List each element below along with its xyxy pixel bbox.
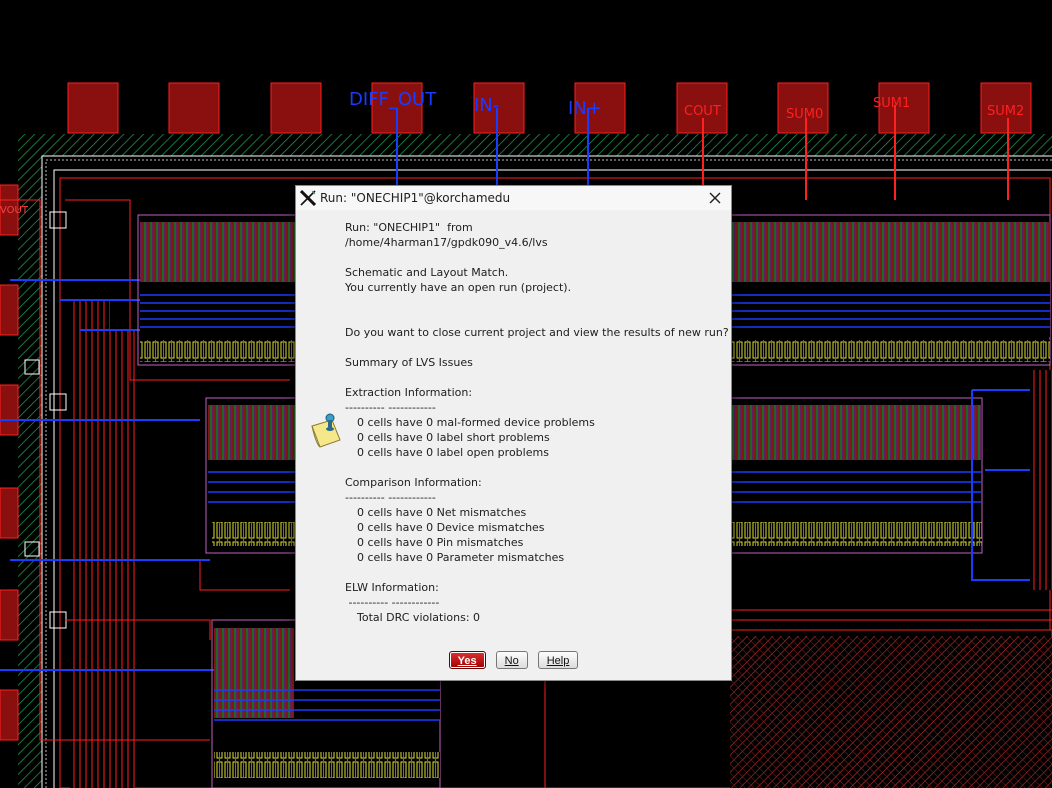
note-icon — [311, 413, 341, 448]
pin-label-in-plus: IN+ — [568, 98, 602, 119]
dialog-buttons: Yes No Help — [296, 651, 731, 671]
run-path: /home/4harman17/gpdk090_v4.6/lvs — [345, 236, 548, 249]
extraction-header: Extraction Information: — [345, 386, 473, 399]
elw-header: ELW Information: — [345, 581, 439, 594]
extraction-separator: ---------- ------------ — [345, 401, 436, 414]
pin-label-cout: COUT — [684, 104, 721, 119]
drc-violations: Total DRC violations: 0 — [357, 611, 481, 624]
comparison-header: Comparison Information: — [345, 476, 482, 489]
extraction-item: 0 cells have 0 mal-formed device problem… — [357, 416, 595, 429]
dialog-titlebar[interactable]: Run: "ONECHIP1"@korchamedu — [296, 186, 731, 210]
run-line: Run: "ONECHIP1" from — [345, 221, 473, 234]
elw-separator: ---------- ------------ — [345, 596, 440, 609]
comparison-item: 0 cells have 0 Parameter mismatches — [357, 551, 565, 564]
summary-header: Summary of LVS Issues — [345, 356, 473, 369]
pin-label-sum2: SUM2 — [987, 104, 1025, 119]
match-status: Schematic and Layout Match. — [345, 266, 509, 279]
comparison-item: 0 cells have 0 Pin mismatches — [357, 536, 524, 549]
yes-button[interactable]: Yes — [448, 651, 486, 669]
help-button[interactable]: Help — [537, 651, 579, 669]
extraction-item: 0 cells have 0 label short problems — [357, 431, 550, 444]
x-window-icon — [300, 190, 316, 206]
comparison-item: 0 cells have 0 Net mismatches — [357, 506, 527, 519]
close-icon — [709, 192, 721, 204]
pin-label-sum1: SUM1 — [873, 96, 911, 111]
dialog-title: Run: "ONECHIP1"@korchamedu — [320, 191, 511, 205]
pin-label-sum0: SUM0 — [786, 107, 824, 122]
pin-label-vout: VOUT — [0, 205, 28, 216]
pin-label-in-minus: IN- — [474, 95, 500, 116]
comparison-separator: ---------- ------------ — [345, 491, 436, 504]
open-run-note: You currently have an open run (project)… — [345, 281, 572, 294]
comparison-item: 0 cells have 0 Device mismatches — [357, 521, 545, 534]
pin-label-diff-out: DIFF_OUT — [349, 89, 437, 110]
dialog-message: Run: "ONECHIP1" from /home/4harman17/gpd… — [345, 220, 729, 625]
no-button[interactable]: No — [495, 651, 528, 669]
extraction-item: 0 cells have 0 label open problems — [357, 446, 549, 459]
question-text: Do you want to close current project and… — [345, 326, 729, 339]
lvs-run-dialog: Run: "ONECHIP1"@korchamedu Run: "ONECHIP… — [295, 185, 732, 681]
close-button[interactable] — [705, 188, 725, 208]
